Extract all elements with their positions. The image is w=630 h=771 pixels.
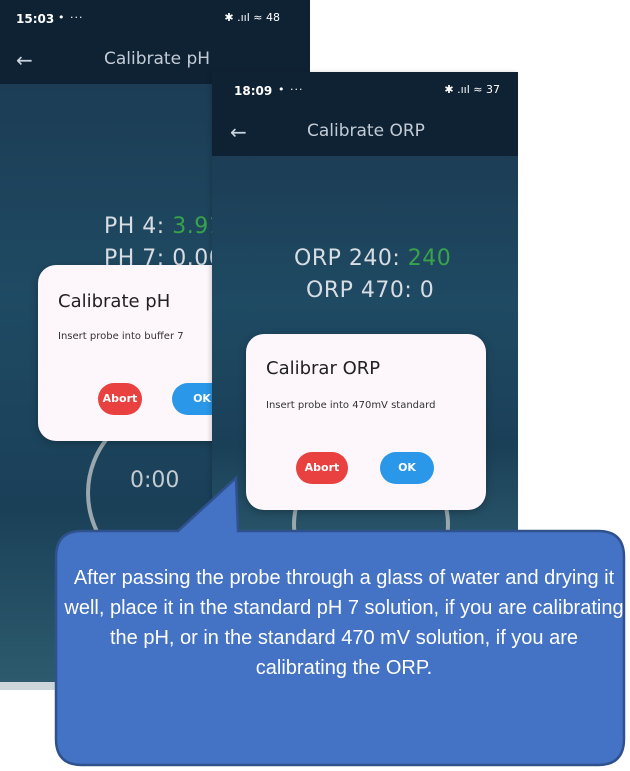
explanation-callout: After passing the probe through a glass … [0,0,630,771]
callout-text: After passing the probe through a glass … [64,567,624,679]
